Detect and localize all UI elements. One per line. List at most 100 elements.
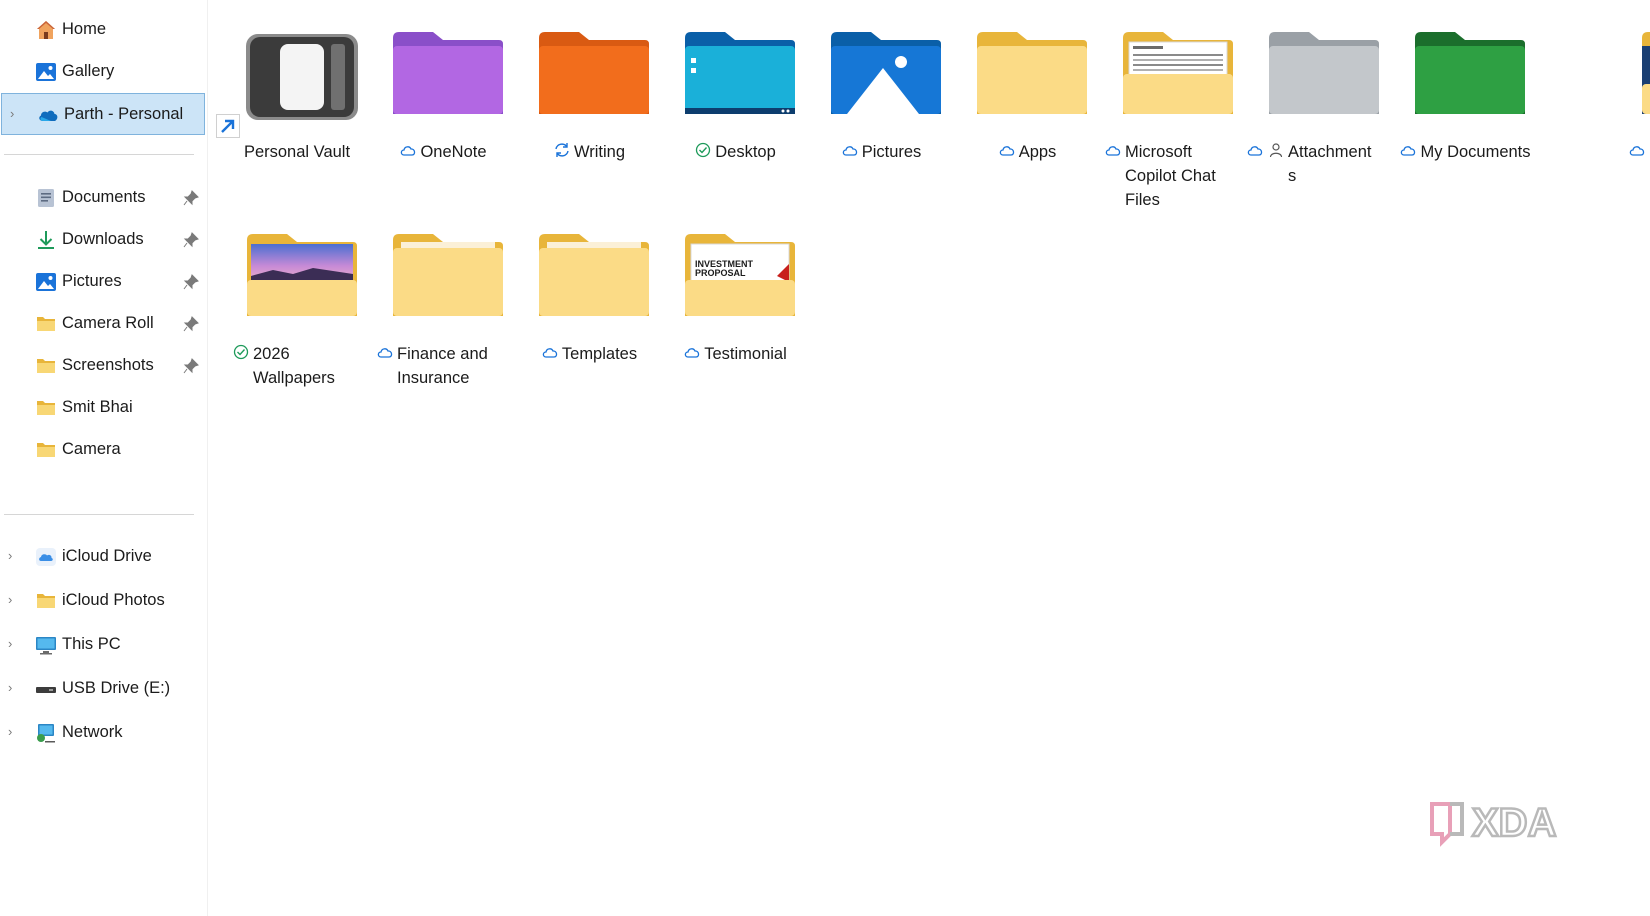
folder-icon	[37, 359, 55, 373]
sidebar-divider	[4, 514, 194, 515]
folder-yellow-icon	[539, 234, 649, 316]
sidebar-divider	[4, 154, 194, 155]
sidebar-item-icloud-drive[interactable]: › iCloud Drive	[0, 536, 204, 578]
folder-name: 2026 Wallpapers	[224, 342, 378, 390]
folder-name: Desktop	[662, 140, 808, 164]
folder-name: Templates	[516, 342, 662, 366]
sync-status-icon	[555, 143, 569, 157]
folder-icon	[37, 594, 55, 608]
cloud-status-icon	[401, 146, 416, 156]
chevron-right-icon[interactable]: ›	[8, 637, 20, 651]
synced-check-icon	[696, 142, 711, 158]
shared-person-icon	[1269, 143, 1283, 158]
folder-name: Apps	[954, 140, 1100, 164]
xda-watermark-logo: XDA	[1430, 800, 1558, 847]
svg-text:XDA: XDA	[1472, 801, 1556, 845]
folder-icon	[37, 443, 55, 457]
sidebar-item-label: Downloads	[62, 230, 144, 248]
pin-icon[interactable]	[183, 190, 199, 206]
sidebar-item-pictures[interactable]: Pictures	[0, 261, 204, 303]
sidebar-item-label: Pictures	[62, 272, 122, 290]
sidebar-item-label: Screenshots	[62, 356, 154, 374]
pictures-icon	[36, 273, 56, 291]
sidebar-item-network[interactable]: › Network	[0, 712, 204, 754]
cloud-status-icon	[842, 146, 857, 156]
folder-grid: Personal Vault OneNote Writing Desktop P…	[208, 0, 1650, 916]
folder-name: Testimonial	[662, 342, 808, 366]
folder-name: Writing	[516, 140, 662, 164]
pin-icon[interactable]	[183, 232, 199, 248]
documents-icon	[38, 189, 54, 207]
pictures-folder-icon	[831, 32, 941, 114]
onedrive-cloud-icon	[39, 110, 58, 121]
folder-icon	[37, 317, 55, 331]
folder-purple-icon	[393, 32, 503, 114]
chevron-right-icon[interactable]: ›	[8, 593, 20, 607]
cloud-status-icon	[1105, 146, 1121, 156]
cloud-status-icon	[377, 348, 393, 358]
folder-gray-icon	[1269, 32, 1379, 114]
folder-name: Personal Vault	[243, 143, 351, 161]
sidebar-item-this-pc[interactable]: › This PC	[0, 624, 204, 666]
cloud-status-icon	[542, 348, 558, 358]
folder-yellow-icon	[977, 32, 1087, 114]
folder-name: Finance and Insurance	[370, 342, 522, 390]
folder-wallpaper-preview-icon	[247, 234, 357, 316]
sidebar-item-label: Documents	[62, 188, 146, 206]
sidebar-item-label: Parth - Personal	[64, 105, 184, 123]
pin-icon[interactable]	[183, 316, 199, 332]
shortcut-arrow-icon	[216, 114, 240, 138]
folder-icon	[37, 401, 55, 415]
chevron-right-icon[interactable]: ›	[8, 725, 20, 739]
sidebar-item-documents[interactable]: Documents	[0, 177, 204, 219]
chevron-right-icon[interactable]: ›	[8, 549, 20, 563]
folder-yellow-icon	[1642, 32, 1650, 114]
pin-icon[interactable]	[183, 274, 199, 290]
sidebar-item-parth-personal[interactable]: › Parth - Personal	[1, 93, 205, 135]
gallery-icon	[36, 63, 56, 81]
sidebar-item-smit-bhai[interactable]: Smit Bhai	[0, 387, 204, 429]
network-icon	[37, 724, 55, 743]
sidebar-item-gallery[interactable]: Gallery	[0, 51, 204, 93]
cloud-status-icon	[999, 146, 1014, 156]
folder-orange-icon	[539, 32, 649, 114]
folder-green-icon	[1415, 32, 1525, 114]
navigation-pane: Home Gallery › Parth - Personal Document…	[0, 0, 208, 916]
sidebar-item-home[interactable]: Home	[0, 9, 204, 51]
folder-name: Microsoft Copilot Chat Files	[1100, 140, 1250, 212]
folder-name: Attachments	[1246, 140, 1392, 188]
synced-check-icon	[233, 344, 249, 360]
vault-icon	[246, 34, 358, 120]
sidebar-item-screenshots[interactable]: Screenshots	[0, 345, 204, 387]
sidebar-item-label: Camera	[62, 440, 121, 458]
usb-drive-icon	[36, 687, 56, 693]
sidebar-item-downloads[interactable]: Downloads	[0, 219, 204, 261]
sidebar-item-camera-roll[interactable]: Camera Roll	[0, 303, 204, 345]
sidebar-item-label: iCloud Drive	[62, 547, 152, 565]
sidebar-item-label: USB Drive (E:)	[62, 679, 171, 697]
icloud-drive-icon	[36, 548, 56, 566]
home-icon	[37, 21, 55, 39]
chevron-right-icon[interactable]: ›	[10, 107, 22, 121]
this-pc-icon	[36, 637, 56, 655]
folder-yellow-icon	[393, 234, 503, 316]
sidebar-item-camera[interactable]: Camera	[0, 429, 204, 471]
sidebar-item-label: Network	[62, 723, 123, 741]
folder-investment-preview-icon: INVESTMENT PROPOSAL	[685, 234, 795, 316]
sidebar-item-usb-drive[interactable]: › USB Drive (E:)	[0, 668, 204, 710]
folder-document-preview-icon	[1123, 32, 1233, 114]
folder-name: OneNote	[370, 140, 516, 164]
thumbnail-text: PROPOSAL	[695, 268, 746, 278]
sidebar-item-label: Camera Roll	[62, 314, 154, 332]
cloud-status-icon	[1629, 146, 1645, 156]
folder-tile-partial[interactable]	[1628, 28, 1650, 178]
sidebar-item-label: Home	[62, 20, 107, 38]
pin-icon[interactable]	[183, 358, 199, 374]
chevron-right-icon[interactable]: ›	[8, 681, 20, 695]
desktop-folder-icon	[685, 32, 795, 114]
downloads-icon	[38, 231, 54, 249]
sidebar-item-label: Smit Bhai	[62, 398, 133, 416]
sidebar-item-icloud-photos[interactable]: › iCloud Photos	[0, 580, 204, 622]
cloud-status-icon	[1401, 146, 1416, 156]
cloud-status-icon	[1247, 146, 1263, 156]
